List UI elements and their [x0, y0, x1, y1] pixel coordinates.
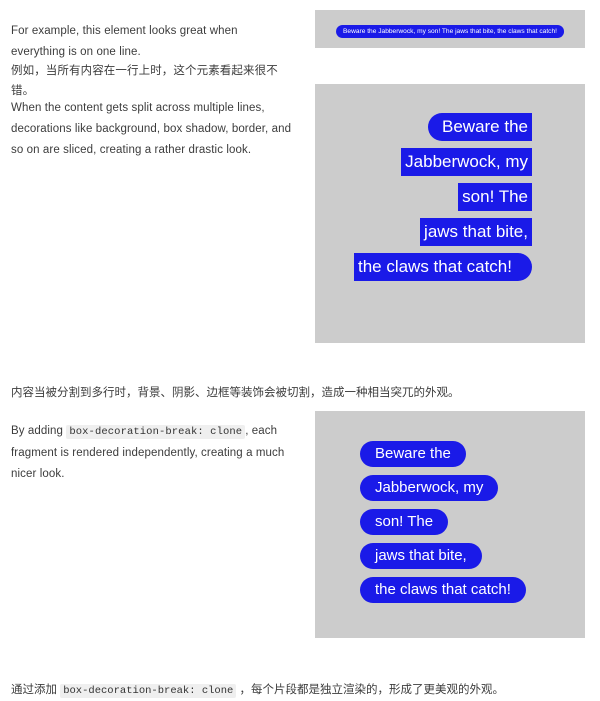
cloned-fragment: jaws that bite, — [360, 543, 482, 569]
code-snippet-clone-english: box-decoration-break: clone — [66, 424, 246, 439]
cloned-fragment-stack: Beware the Jabberwock, my son! The jaws … — [360, 441, 526, 611]
demo-panel-cloned: Beware the Jabberwock, my son! The jaws … — [315, 411, 585, 638]
paragraph-intro-english: For example, this element looks great wh… — [11, 24, 238, 58]
cloned-fragment-row: son! The — [360, 509, 526, 535]
paragraph-sliced-english: When the content gets split across multi… — [11, 101, 292, 156]
cloned-fragment-row: the claws that catch! — [360, 577, 526, 603]
cloned-fragment-row: jaws that bite, — [360, 543, 526, 569]
single-line-badge: Beware the Jabberwock, my son! The jaws … — [336, 25, 564, 38]
single-line-badge-wrapper: Beware the Jabberwock, my son! The jaws … — [336, 20, 564, 38]
cloned-fragment-row: Beware the — [360, 441, 526, 467]
sliced-fragment-row: Jabberwock, my — [315, 148, 585, 176]
sliced-fragment: Beware the — [428, 113, 532, 141]
paragraph-clone-chinese: 通过添加 box-decoration-break: clone ，每个片段都是… — [11, 680, 591, 701]
cloned-fragment-row: Jabberwock, my — [360, 475, 526, 501]
cloned-fragment: son! The — [360, 509, 449, 535]
cloned-fragment: Jabberwock, my — [360, 475, 499, 501]
cloned-fragment: the claws that catch! — [360, 577, 526, 603]
code-snippet-clone-chinese: box-decoration-break: clone — [60, 683, 237, 698]
sliced-fragment-row: the claws that catch! — [315, 253, 585, 281]
paragraph-sliced-chinese: 内容当被分割到多行时，背景、阴影、边框等装饰会被切割，造成一种相当突兀的外观。 — [11, 386, 460, 399]
paragraph-clone-english: By adding box-decoration-break: clone, e… — [11, 421, 293, 485]
sliced-fragment-row: son! The — [315, 183, 585, 211]
sliced-fragment-row: jaws that bite, — [315, 218, 585, 246]
sliced-fragment-stack: Beware the Jabberwock, my son! The jaws … — [315, 113, 585, 288]
paragraph-intro-chinese: 例如，当所有内容在一行上时，这个元素看起来很不错。 — [11, 64, 278, 97]
cloned-fragment: Beware the — [360, 441, 466, 467]
sliced-fragment: son! The — [458, 183, 532, 211]
sliced-fragment: jaws that bite, — [420, 218, 532, 246]
sliced-fragment: Jabberwock, my — [401, 148, 532, 176]
sliced-fragment-row: Beware the — [315, 113, 585, 141]
demo-panel-sliced: Beware the Jabberwock, my son! The jaws … — [315, 84, 585, 343]
clone-text-before: By adding — [11, 424, 67, 437]
sliced-fragment: the claws that catch! — [353, 253, 532, 281]
demo-panel-single-line: Beware the Jabberwock, my son! The jaws … — [315, 10, 585, 48]
